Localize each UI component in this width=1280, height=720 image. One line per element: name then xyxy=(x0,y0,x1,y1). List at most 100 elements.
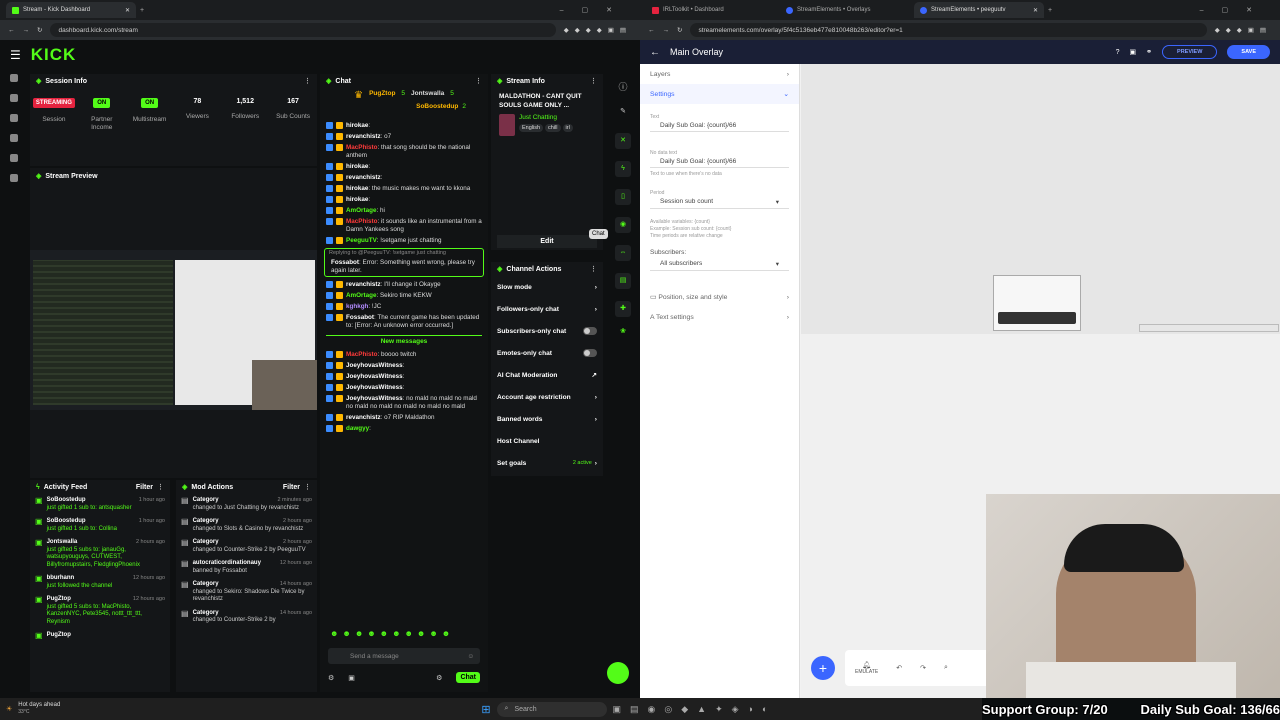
activity-user[interactable]: PugZtop xyxy=(47,596,71,604)
menu-icon[interactable]: ☰ xyxy=(10,48,21,62)
gift-icon[interactable]: ▣ xyxy=(348,674,355,682)
chat-username[interactable]: MacPhisto xyxy=(346,144,378,151)
channel-action-item[interactable]: AI Chat Moderation ↗ xyxy=(491,364,603,386)
more-options-icon[interactable]: ⋮ xyxy=(304,77,311,85)
tool-phone-icon[interactable]: ▯ xyxy=(615,189,631,205)
chat-username[interactable]: AmOrtage xyxy=(346,207,376,214)
subscribers-select[interactable]: All subscribers ▾ xyxy=(650,258,789,271)
address-input[interactable]: dashboard.kick.com/stream xyxy=(50,23,556,37)
chat-username[interactable]: revanchistz xyxy=(346,133,381,140)
activity-user[interactable]: PugZtop xyxy=(47,632,71,640)
gifter-name[interactable]: SoBoostedup xyxy=(416,103,458,110)
more-options-icon[interactable]: ⋮ xyxy=(590,77,597,85)
filter-button[interactable]: Filter xyxy=(136,484,153,491)
emoji-icon[interactable]: ☺ xyxy=(467,653,474,660)
channel-action-item[interactable]: Banned words › xyxy=(491,408,603,430)
settings-item[interactable]: Settings ⌄ xyxy=(640,84,799,104)
back-icon[interactable]: ← xyxy=(648,27,655,34)
new-messages-divider[interactable]: New messages xyxy=(326,335,482,345)
window-controls[interactable]: –▢✕ xyxy=(1200,6,1280,14)
channel-action-item[interactable]: Host Channel xyxy=(491,430,603,452)
reload-icon[interactable]: ↻ xyxy=(677,26,682,34)
chat-username[interactable]: dawgyy xyxy=(346,425,369,432)
toggle-switch[interactable] xyxy=(583,349,597,357)
add-widget-button[interactable]: + xyxy=(811,656,835,680)
gifter-name[interactable]: Jontswalla xyxy=(411,90,444,101)
weather-icon[interactable]: ☀ xyxy=(6,705,12,713)
save-button[interactable]: SAVE xyxy=(1227,45,1270,59)
close-tab-icon[interactable]: ✕ xyxy=(125,7,130,14)
chat-username[interactable]: JoeyhovasWitness xyxy=(346,384,403,391)
chat-username[interactable]: JoeyhovasWitness xyxy=(346,362,403,369)
filter-button[interactable]: Filter xyxy=(283,484,300,491)
tab-kick-dashboard[interactable]: Stream - Kick Dashboard ✕ xyxy=(6,2,136,18)
channel-action-item[interactable]: Followers-only chat › xyxy=(491,298,603,320)
activity-user[interactable]: SoBoostedup xyxy=(47,497,86,505)
taskbar-apps[interactable]: ▣▤◉◎◆▲✦◈◑◐ xyxy=(613,704,777,715)
new-tab-icon[interactable]: + xyxy=(1048,7,1052,14)
text-settings-item[interactable]: A Text settings › xyxy=(640,307,799,327)
chat-username[interactable]: Fossabot xyxy=(331,259,359,266)
sidebar-broadcast-icon[interactable] xyxy=(10,154,18,162)
back-arrow-icon[interactable]: ← xyxy=(650,47,660,58)
chat-username[interactable]: hirokae xyxy=(346,196,368,203)
chat-username[interactable]: JoeyhovasWitness xyxy=(346,395,403,402)
tab-irltoolkit[interactable]: IRLToolkit • Dashboard xyxy=(646,2,776,18)
chat-username[interactable]: MacPhisto xyxy=(346,218,378,225)
support-chat-icon[interactable] xyxy=(607,662,629,684)
tool-wrench-icon[interactable]: ✚ xyxy=(615,301,631,317)
chat-username[interactable]: hirokae xyxy=(346,185,368,192)
settings-icon[interactable]: ⚙ xyxy=(328,674,334,682)
forward-icon[interactable]: → xyxy=(23,27,30,34)
tag-chip[interactable]: English xyxy=(519,124,544,132)
help-icon[interactable]: ? xyxy=(1116,49,1120,56)
chat-username[interactable]: revanchistz xyxy=(346,281,381,288)
subgoal-widget-box[interactable] xyxy=(1139,324,1279,332)
channel-action-item[interactable]: Subscribers-only chat xyxy=(491,320,603,342)
sidebar-stream-icon[interactable] xyxy=(10,94,18,102)
back-icon[interactable]: ← xyxy=(8,27,15,34)
chat-username[interactable]: AmOrtage xyxy=(346,292,376,299)
extensions-icon[interactable]: ◆◆◆◆▣▤ xyxy=(564,26,632,34)
category-name[interactable]: Just Chatting xyxy=(519,114,573,121)
undo-icon[interactable]: ↶ xyxy=(896,664,902,672)
chat-settings-icon[interactable]: ⚙ xyxy=(436,674,442,682)
sidebar-trophy-icon[interactable] xyxy=(10,114,18,122)
window-controls[interactable]: –▢✕ xyxy=(560,6,640,14)
position-item[interactable]: ▭ Position, size and style › xyxy=(640,287,799,307)
period-select[interactable]: Session sub count ▾ xyxy=(650,196,789,209)
chat-input[interactable]: Send a message ☺ xyxy=(328,648,480,664)
tool-server-icon[interactable]: ▤ xyxy=(615,273,631,289)
more-options-icon[interactable]: ⋮ xyxy=(590,265,597,273)
tab-se-editor[interactable]: StreamElements • peeguutv ✕ xyxy=(914,2,1044,18)
sidebar-settings-icon[interactable] xyxy=(10,174,18,182)
tool-chat-icon[interactable]: ◉ xyxy=(615,217,631,233)
edit-button[interactable]: Edit xyxy=(497,235,597,248)
gifter-name[interactable]: PugZtop xyxy=(369,90,395,101)
chat-username[interactable]: kghkgh xyxy=(346,303,368,310)
toggle-switch[interactable] xyxy=(583,327,597,335)
kick-logo[interactable]: KICK xyxy=(31,45,77,65)
chat-username[interactable]: hirokae xyxy=(346,163,368,170)
tool-palette-icon[interactable]: ❀ xyxy=(611,327,635,335)
sidebar-user-icon[interactable] xyxy=(10,134,18,142)
address-input[interactable]: streamelements.com/overlay/5f4c5136eb477… xyxy=(690,23,1207,37)
tag-chip[interactable]: chill xyxy=(545,124,561,132)
channel-action-item[interactable]: Emotes-only chat xyxy=(491,342,603,364)
zoom-icon[interactable]: ⌕ xyxy=(944,664,948,672)
layers-item[interactable]: Layers › xyxy=(640,64,799,84)
close-tab-icon[interactable]: ✕ xyxy=(1033,7,1038,14)
reload-icon[interactable]: ↻ xyxy=(37,26,42,34)
channel-action-item[interactable]: Slow mode › xyxy=(491,276,603,298)
weather-widget[interactable]: Hot days ahead 33°C xyxy=(18,702,60,716)
chat-options-icon[interactable]: ⋮ xyxy=(475,77,482,85)
chat-username[interactable]: MacPhisto xyxy=(346,351,378,358)
channel-action-item[interactable]: Set goals 2 active › xyxy=(491,452,603,474)
start-icon[interactable]: ⊞ xyxy=(481,703,490,716)
channel-action-item[interactable]: Account age restriction › xyxy=(491,386,603,408)
more-options-icon[interactable]: ⋮ xyxy=(157,483,164,491)
info-icon[interactable]: ⓘ xyxy=(611,80,635,93)
tab-se-overlays[interactable]: StreamElements • Overlays xyxy=(780,2,910,18)
taskbar-search[interactable]: ⌕ Search xyxy=(496,701,607,717)
activity-user[interactable]: Jontswalla xyxy=(47,539,78,547)
